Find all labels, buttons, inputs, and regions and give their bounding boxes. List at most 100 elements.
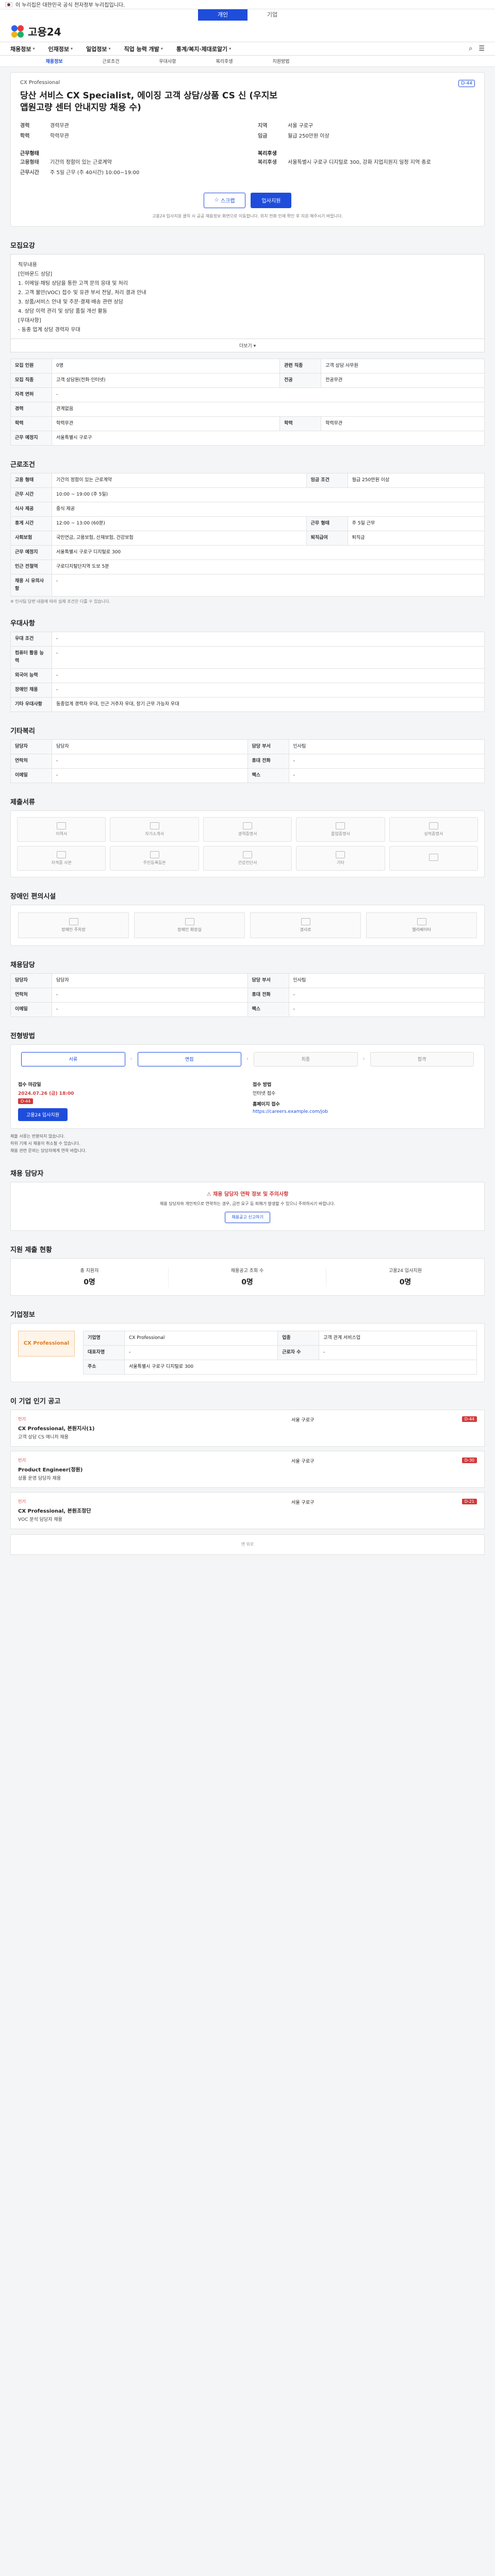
- document-label: 기타: [337, 860, 344, 865]
- cell-value: 서울특별시 구로구: [52, 430, 485, 446]
- apply-button[interactable]: 입사지원: [251, 192, 292, 208]
- rec-company[interactable]: CX Professional, 본원조정단: [18, 1506, 286, 1514]
- cell-value: 구로디지털단지역 도보 5분: [52, 559, 485, 574]
- rec-title[interactable]: 고객 상담 CS 매니저 채용: [18, 1433, 286, 1440]
- company-name[interactable]: CX Professional: [20, 80, 60, 87]
- gnb-item-talent[interactable]: 인재정보 ▾: [48, 45, 73, 53]
- tab-personal[interactable]: 개인: [198, 9, 248, 21]
- gnb-item-stats[interactable]: 통계/복지·제대로알기 ▾: [176, 45, 231, 53]
- subnav-conditions[interactable]: 근로조건: [82, 58, 139, 64]
- gnb-item-jobs[interactable]: 채용정보 ▾: [10, 45, 35, 53]
- section-title-conditions: 근로조건: [10, 461, 35, 469]
- cell-value: 동종업계 경력자 우대, 인근 거주자 우대, 장기 근무 가능자 우대: [52, 697, 485, 712]
- section-title-documents: 제출서류: [10, 798, 35, 806]
- cell-label: 이메일: [10, 768, 52, 783]
- desc-line: [우대사항]: [18, 317, 41, 324]
- conditions-table: 고용 형태 기간의 정함이 있는 근로계약 임금 조건 월급 250만원 이상 근무 시…: [10, 472, 485, 597]
- cell-label: 담당 부서: [247, 973, 289, 988]
- table-row: 기타 우대사항 동종업계 경력자 우대, 인근 거주자 우대, 장기 근무 가능자…: [10, 697, 485, 712]
- document-label: 성적증명서: [424, 831, 443, 836]
- apply-url-link[interactable]: https://careers.example.com/job: [253, 1109, 477, 1114]
- step-pass: 합격: [370, 1052, 474, 1066]
- popular-tag: 인기: [18, 1499, 26, 1504]
- facility-label: 장애인 화장실: [177, 927, 202, 932]
- method-label: 접수 방법: [253, 1082, 272, 1088]
- document-icon: [336, 851, 345, 858]
- cell-label: 담당자: [10, 973, 52, 988]
- section-title-recommend: 이 기업 인기 공고: [10, 1397, 61, 1405]
- cell-value: 퇴직금: [347, 530, 485, 546]
- cell-value: CX Professional: [124, 1330, 278, 1346]
- cell-label: 퇴직급여: [306, 530, 348, 546]
- scroll-top-button[interactable]: 맨 위로: [10, 1534, 485, 1555]
- facilities-card: 장애인 주차장 장애인 화장실 경사로 엘리베이터: [10, 904, 485, 946]
- gnb-item-work[interactable]: 일업정보 ▾: [86, 45, 111, 53]
- field-value: 서울 구로구: [288, 123, 314, 129]
- cell-value: -: [52, 631, 485, 647]
- subnav-welfare[interactable]: 복리후생: [196, 58, 253, 64]
- report-button[interactable]: 채용공고 신고하기: [225, 1211, 270, 1223]
- rec-title[interactable]: 상품 운영 담당자 채용: [18, 1475, 286, 1481]
- field-label: 학력: [20, 133, 30, 139]
- facility-item: 엘리베이터: [366, 912, 477, 938]
- note-line: 채용 관련 문의는 담당자에게 연락 바랍니다.: [10, 1148, 87, 1153]
- table-row: 식사 제공 중식 제공: [10, 501, 485, 517]
- recommend-item[interactable]: 인기 CX Professional, 본원조정단 VOC 분석 담당자 채용 서울 …: [10, 1492, 485, 1529]
- subnav-method[interactable]: 지원방법: [253, 58, 309, 64]
- cell-value: 서울특별시 구로구 디지털로 300: [124, 1359, 477, 1375]
- document-item: 성적증명서: [389, 817, 478, 842]
- cell-value: -: [52, 573, 485, 597]
- deadline-value: 2024.07.26 (금) 18:00: [18, 1091, 74, 1096]
- recommend-item[interactable]: 인기 Product Engineer(정원) 상품 운영 담당자 채용 서울 구로구…: [10, 1450, 485, 1488]
- desc-line: 1. 이메일·채팅 상담을 통한 고객 문의 응대 및 처리: [18, 280, 128, 286]
- rec-title[interactable]: VOC 분석 담당자 채용: [18, 1516, 286, 1522]
- warning-box: ⚠ 채용 담당자 연락 정보 및 주의사항 채용 담당자와 개인적으로 연락하는…: [10, 1181, 485, 1231]
- dday-badge: D-44: [18, 1098, 34, 1104]
- field-label: 경력: [20, 123, 30, 129]
- cell-label: 담당 부서: [247, 739, 289, 754]
- more-button[interactable]: 더보기 ▾: [10, 338, 485, 352]
- recommend-item[interactable]: 인기 CX Professional, 본원지사(1) 고객 상담 CS 매니저 채…: [10, 1409, 485, 1447]
- tab-company[interactable]: 기업: [248, 9, 297, 21]
- field-label: 고용형태: [20, 159, 39, 165]
- step-interview: 면접: [137, 1052, 241, 1066]
- document-item: 졸업증명서: [296, 817, 385, 842]
- field-value: 학력무관: [50, 133, 69, 139]
- subnav-preference[interactable]: 우대사항: [139, 58, 196, 64]
- note-line: 허위 기재 시 채용이 취소될 수 있습니다.: [10, 1141, 80, 1146]
- application-stats: 총 지원자 0명 채용공고 조회 수 0명 고용24 입사지원 0명: [10, 1258, 485, 1296]
- desc-line: 직무내용: [18, 262, 37, 268]
- cell-label: 채용 시 유의사항: [10, 573, 52, 597]
- document-label: 자격증 사본: [51, 860, 72, 865]
- facility-label: 엘리베이터: [412, 927, 431, 932]
- search-icon[interactable]: ⌕: [469, 45, 472, 53]
- rec-company[interactable]: CX Professional, 본원지사(1): [18, 1424, 286, 1432]
- scrap-button[interactable]: ☆ 스크랩: [203, 192, 246, 208]
- table-row: 우대 조건 -: [10, 631, 485, 647]
- section-title-facilities: 장애인 편의시설: [10, 892, 56, 901]
- cell-value: 중식 제공: [52, 501, 485, 517]
- document-icon: [428, 854, 438, 861]
- cell-value: -: [288, 768, 485, 783]
- document-item: 자격증 사본: [17, 845, 106, 871]
- document-label: 주민등록등본: [143, 860, 166, 865]
- section-title-method: 채용 담당자: [10, 1170, 44, 1178]
- rec-condition: 서울 구로구: [291, 1459, 315, 1464]
- rec-company[interactable]: Product Engineer(정원): [18, 1465, 286, 1473]
- cell-label: 식사 제공: [10, 501, 52, 517]
- cell-value: 주 5일 근무: [347, 516, 485, 531]
- cell-value: 학력무관: [51, 416, 280, 431]
- table-row: 담당자 담당자 담당 부서 인사팀: [10, 739, 485, 754]
- logo-icon[interactable]: [10, 24, 25, 39]
- cell-label: 근무 형태: [306, 516, 348, 531]
- apply-goyong24-button[interactable]: 고용24 입사지원: [18, 1108, 68, 1121]
- cell-value: 관계없음: [52, 401, 485, 417]
- document-label: 졸업증명서: [331, 831, 350, 836]
- gnb-item-training[interactable]: 직업 능력 개발 ▾: [124, 45, 163, 53]
- conditions-note: ※ 인사팀 답변 내용에 따라 실제 조건은 다를 수 있습니다.: [10, 599, 111, 604]
- menu-icon[interactable]: ☰: [478, 45, 485, 53]
- facility-item: 경사로: [250, 912, 361, 938]
- section-title-manager: 채용담당: [10, 961, 35, 969]
- subnav-recruit[interactable]: 채용정보: [26, 58, 82, 64]
- logo-text[interactable]: 고용24: [28, 24, 61, 39]
